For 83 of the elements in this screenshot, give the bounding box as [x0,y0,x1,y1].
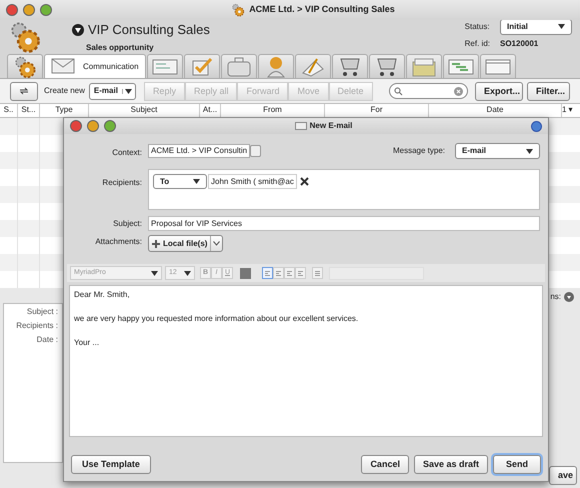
plus-icon [152,240,160,248]
tab[interactable] [368,54,405,78]
context-label: Context: [111,147,142,159]
record-type: Sales opportunity [86,42,155,54]
refresh-icon [19,87,29,96]
detail-label: Recipients : [16,320,58,332]
close-icon[interactable] [300,177,309,186]
detail-label: Date : [36,334,58,346]
window-control-icon[interactable] [40,4,52,16]
checkbox-icon [190,56,213,77]
dialog-button[interactable]: Send [492,455,541,474]
align-button[interactable] [284,267,295,279]
save-button[interactable]: ave [549,466,577,485]
cart-icon [338,56,361,78]
refresh-button[interactable] [10,82,38,101]
attachments-label: Attachments: [94,236,142,248]
window-control-icon[interactable] [70,120,82,132]
window-control-icon[interactable] [531,120,542,132]
filter-button[interactable]: Filter... [527,82,570,101]
subject-label: Subject: [112,218,142,230]
window-title: ACME Ltd. > VIP Consulting Sales [249,3,395,16]
body-paragraph: Your ... [74,337,100,349]
sort-indicator[interactable]: 1 ▾ [562,104,580,117]
tab[interactable]: Communication [44,54,146,78]
body-paragraph: Dear Mr. Smith, [74,289,131,301]
create-type-select[interactable]: E-mail [88,82,136,100]
body-paragraph: we are very happy you requested more information about our excellent services. [74,313,360,325]
search-field[interactable] [388,83,468,100]
export-button[interactable]: Export... [475,82,523,101]
ref-value: SO120001 [500,38,540,50]
person-icon [266,56,286,78]
window-control-icon[interactable] [6,4,18,16]
gear-icon [231,2,246,17]
dialog-button[interactable]: Save as draft [414,455,488,474]
chart-icon [448,58,474,75]
record-title: VIP Consulting Sales [88,20,210,39]
options-icon[interactable] [564,292,574,302]
search-icon [394,86,403,96]
align-button[interactable] [262,267,273,279]
briefcase-icon [226,56,251,77]
clear-icon[interactable] [454,86,463,96]
folder-icon [412,56,436,77]
window-icon [484,58,511,75]
text-color-icon[interactable] [240,268,251,278]
cart-icon [376,56,398,78]
message-type-select[interactable]: E-mail [455,143,540,159]
envelope-icon [51,58,77,76]
message-type-label: Message type: [392,145,445,157]
tab[interactable] [332,54,368,78]
recipients-label: Recipients: [101,177,142,189]
dialog-title: New E-mail [310,120,352,132]
align-button[interactable] [273,267,284,279]
dropdown-icon[interactable] [72,24,84,36]
detail-label: Subject : [26,306,58,318]
recipient-type-select[interactable]: To [153,174,207,189]
caret-icon [124,88,132,94]
column-header[interactable]: St... [18,104,40,117]
column-header[interactable]: S.. [0,104,18,117]
context-picker-button[interactable] [250,145,262,157]
caret-icon [193,179,200,184]
chevron-icon [213,241,220,246]
attach-file-button[interactable]: Local file(s) [148,235,224,252]
dialog-button[interactable]: Use Template [71,455,151,474]
window-control-icon[interactable] [104,120,116,132]
status-label: Status: [464,20,490,33]
caret-icon [558,24,565,30]
subject-field[interactable]: Proposal for VIP Services [148,216,540,231]
dialog-button[interactable]: Cancel [361,455,409,474]
message-body[interactable]: Dear Mr. Smith, we are very happy you requested more information about our excellent services. Your ... [69,285,543,437]
pen-paper-icon [300,56,325,77]
envelope-icon [294,122,307,130]
recipient-chip[interactable]: John Smith ( smith@ac [208,174,297,189]
window-control-icon[interactable] [23,4,35,16]
context-field[interactable]: ACME Ltd. > VIP Consultin [148,144,250,158]
create-new-label: Create new [44,85,85,98]
list-button[interactable] [312,267,323,279]
recipients-field[interactable]: To John Smith ( smith@ac [148,169,540,210]
ref-label: Ref. id: [464,38,490,50]
options-label: ns: [550,291,561,303]
align-button[interactable] [295,267,306,279]
window-control-icon[interactable] [87,120,99,132]
document-icon [152,58,178,75]
tab[interactable] [7,54,43,78]
